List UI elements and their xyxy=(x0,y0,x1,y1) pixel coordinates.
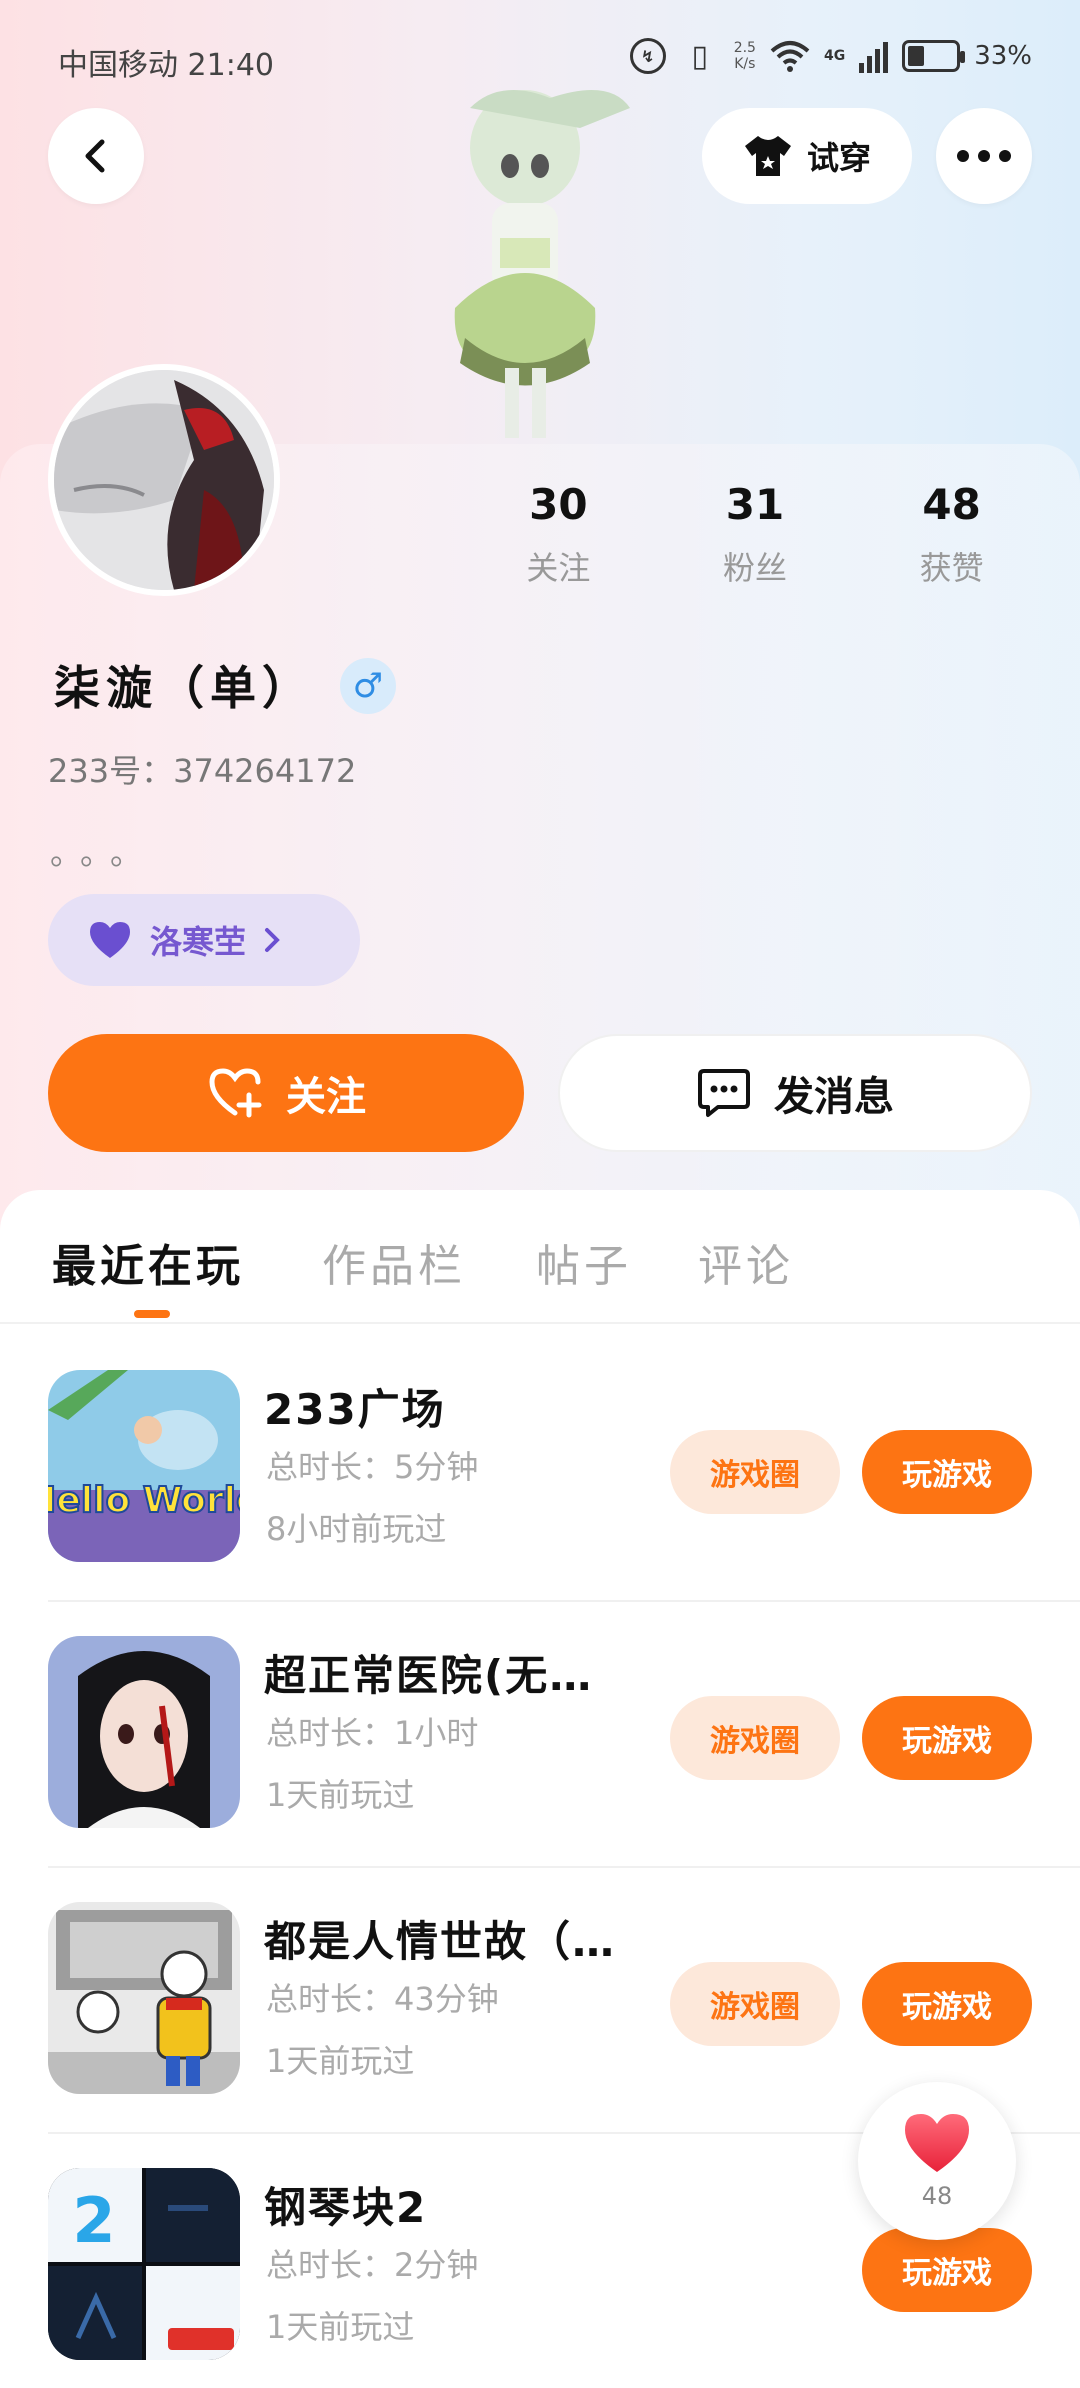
like-float-button[interactable]: 48 xyxy=(858,2082,1016,2240)
game-title: 都是人情世故（… xyxy=(264,1917,617,1966)
play-game-button[interactable]: 玩游戏 xyxy=(862,1430,1032,1514)
tab-divider xyxy=(0,1322,1080,1324)
game-title: 超正常医院(无… xyxy=(264,1651,594,1700)
stat-followers[interactable]: 31 粉丝 xyxy=(665,480,845,589)
message-label: 发消息 xyxy=(774,1074,894,1120)
game-duration: 总时长：5分钟 xyxy=(266,1448,479,1486)
following-label: 关注 xyxy=(526,549,591,587)
tab-recently-played[interactable]: 最近在玩 xyxy=(52,1230,244,1294)
tab-comments[interactable]: 评论 xyxy=(698,1230,794,1294)
try-on-label: 试穿 xyxy=(806,139,871,177)
try-on-button[interactable]: 试穿 xyxy=(702,108,912,204)
data-saver-icon: ↯ xyxy=(629,38,666,74)
followers-count: 31 xyxy=(725,480,785,529)
tab-indicator xyxy=(134,1310,170,1318)
username: 柒漩（单） xyxy=(54,661,314,715)
network-speed: 2.5 K/s xyxy=(734,40,756,72)
game-row[interactable]: 超正常医院(无… 总时长：1小时 1天前玩过 游戏圈 玩游戏 xyxy=(0,1596,1080,1862)
play-game-button[interactable]: 玩游戏 xyxy=(862,1962,1032,2046)
like-count: 48 xyxy=(921,2182,953,2210)
game-icon: 2 xyxy=(48,2168,240,2360)
avatar[interactable] xyxy=(48,364,280,596)
battery-percent: 33% xyxy=(974,41,1032,71)
more-button[interactable] xyxy=(936,108,1032,204)
speed-unit: K/s xyxy=(734,56,756,72)
user-id[interactable]: 233号：374264172 xyxy=(48,746,356,792)
user-id-value: 374264172 xyxy=(173,752,357,790)
avatar-image xyxy=(54,370,274,590)
profile-tabs: 最近在玩 作品栏 帖子 评论 xyxy=(0,1230,1080,1320)
game-duration: 总时长：43分钟 xyxy=(266,1980,499,2018)
game-icon-text: Hello World xyxy=(48,1480,240,1521)
stat-following[interactable]: 30 关注 xyxy=(468,480,648,589)
heart-plus-icon xyxy=(209,1068,262,1118)
heart-icon xyxy=(90,922,130,958)
relationship-tag[interactable]: 洛寒茔 xyxy=(48,894,360,986)
game-icon-text: 2 xyxy=(72,2184,115,2257)
tshirt-icon xyxy=(744,136,791,176)
game-circle-button[interactable]: 游戏圈 xyxy=(670,1962,840,2046)
follow-button[interactable]: 关注 xyxy=(48,1034,524,1152)
game-row[interactable]: Hello World 233广场 总时长：5分钟 8小时前玩过 游戏圈 玩游戏 xyxy=(0,1330,1080,1596)
chevron-right-icon xyxy=(265,928,280,952)
followers-label: 粉丝 xyxy=(722,549,787,587)
profile-stats: 30 关注 31 粉丝 48 获赞 xyxy=(460,480,1050,589)
game-duration: 总时长：1小时 xyxy=(266,1714,479,1752)
following-count: 30 xyxy=(529,480,588,529)
relationship-tag-label: 洛寒茔 xyxy=(150,923,247,961)
game-last-played: 1天前玩过 xyxy=(266,1776,415,1814)
wifi-icon xyxy=(770,41,810,72)
vibrate-icon: ▯ xyxy=(691,38,708,74)
game-icon: Hello World xyxy=(48,1370,240,1562)
signal-icon xyxy=(859,39,889,73)
game-circle-button[interactable]: 游戏圈 xyxy=(670,1430,840,1514)
play-game-button[interactable]: 玩游戏 xyxy=(862,1696,1032,1780)
character-figure xyxy=(454,90,630,438)
tab-works[interactable]: 作品栏 xyxy=(322,1230,466,1294)
bio: 。。。 xyxy=(50,834,157,872)
user-id-label: 233号： xyxy=(48,752,174,790)
tab-posts[interactable]: 帖子 xyxy=(536,1230,632,1294)
status-bar: 中国移动 21:40 ↯ ▯ 2.5 K/s 4G 33% xyxy=(0,30,1080,90)
chevron-left-icon xyxy=(85,139,105,173)
game-circle-button[interactable]: 游戏圈 xyxy=(670,1696,840,1780)
game-title: 233广场 xyxy=(264,1385,446,1434)
back-button[interactable] xyxy=(48,108,144,204)
game-last-played: 8小时前玩过 xyxy=(266,1510,447,1548)
network-type: 4G xyxy=(823,48,846,64)
male-icon: ♂ xyxy=(340,658,396,714)
chat-bubble-icon xyxy=(698,1069,750,1117)
stat-likes[interactable]: 48 获赞 xyxy=(862,480,1042,589)
likes-count: 48 xyxy=(922,480,981,529)
game-last-played: 1天前玩过 xyxy=(266,2308,415,2346)
carrier-time: 中国移动 21:40 xyxy=(58,48,274,83)
message-button[interactable]: 发消息 xyxy=(558,1034,1032,1152)
game-icon xyxy=(48,1902,240,2094)
play-game-button[interactable]: 玩游戏 xyxy=(862,2228,1032,2312)
speed-value: 2.5 xyxy=(733,40,756,56)
game-title: 钢琴块2 xyxy=(264,2183,428,2232)
more-dots-icon xyxy=(957,150,1011,162)
game-icon xyxy=(48,1636,240,1828)
battery-icon xyxy=(902,40,966,72)
game-last-played: 1天前玩过 xyxy=(266,2042,415,2080)
heart-icon xyxy=(905,2114,969,2172)
status-icons: ↯ ▯ 2.5 K/s 4G 33% xyxy=(629,36,1032,76)
likes-label: 获赞 xyxy=(919,549,984,587)
game-duration: 总时长：2分钟 xyxy=(266,2246,479,2284)
follow-label: 关注 xyxy=(286,1074,366,1120)
